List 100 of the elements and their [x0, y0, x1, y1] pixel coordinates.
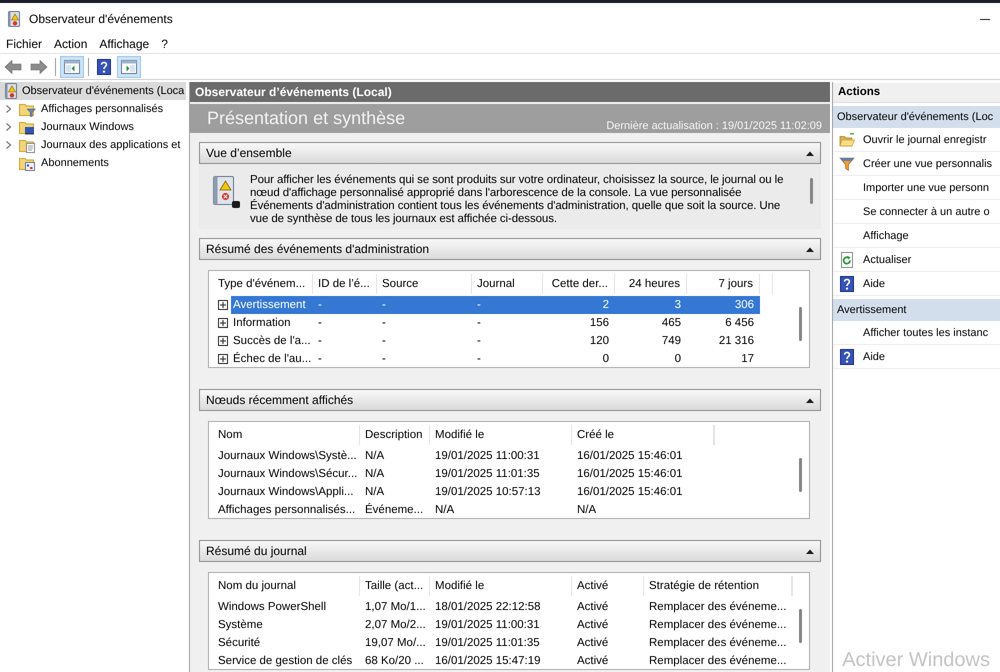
column-header[interactable]: Modifié le — [430, 425, 572, 445]
table-cell-text: - — [317, 299, 323, 311]
refresh-icon — [839, 252, 855, 268]
last-refresh-text: Dernière actualisation : 19/01/2025 11:02:09 — [606, 120, 822, 133]
menu-item[interactable]: Action — [49, 34, 92, 52]
caret-icon[interactable] — [806, 150, 814, 156]
table-row[interactable]: Système 2,07 Mo/2... 19/01/2025 11:00:31 Activé Remplacer des événeme... — [213, 616, 792, 634]
table-row[interactable]: Journaux Windows\Systè... N/A 19/01/2025 11:00:31 16/01/2025 15:46:01 — [213, 447, 714, 465]
task-link[interactable]: Ouvrir le journal enregistr — [833, 128, 1000, 152]
scrollbar[interactable] — [799, 609, 802, 643]
column-header[interactable]: Source — [377, 274, 472, 294]
log-book-icon — [3, 83, 19, 99]
table-cell-text: 2,07 Mo/2... — [364, 619, 427, 631]
task-link[interactable]: Actualiser — [833, 248, 1000, 272]
tree-item[interactable]: Affichages personnalisés — [0, 100, 186, 118]
table-cell-text: 19/01/2025 10:57:13 — [434, 486, 542, 498]
column-header[interactable]: 7 jours — [687, 274, 760, 294]
column-header[interactable]: ID de l’é... — [313, 274, 377, 294]
table-cell-text: 0 — [674, 353, 682, 365]
expand-icon[interactable] — [218, 336, 228, 346]
table-cell-text: 465 — [660, 317, 682, 329]
overview-text: Pour afficher les événements qui se sont produits sur votre ordinateur, choisissez la source, le journal ou le nœud d'affichage personnalisé approprié dans l'arborescence de la console. La vue personnalisée Événements d'administration contient tous les événements d'administration, quelle que soit la source. Une vue de synthèse de tous les journaux est affichée ci-dessous. — [250, 174, 784, 226]
table-cell-text: 2 — [602, 299, 610, 311]
task-link[interactable]: Affichage — [833, 224, 1000, 248]
table-row[interactable]: Windows PowerShell 1,07 Mo/1... 18/01/2025 22:12:58 Activé Remplacer des événeme... — [213, 598, 792, 616]
table-row[interactable]: Service de gestion de clés 68 Ko/20 ... 16/01/2025 15:47:19 Activé Remplacer des événeme... — [213, 652, 792, 670]
column-header[interactable]: Modifié le — [430, 576, 572, 596]
column-header[interactable]: Type d'événem... — [213, 274, 313, 294]
section-header[interactable]: Résumé des événements d'administration — [199, 238, 821, 260]
expand-icon[interactable] — [218, 300, 228, 310]
table-row[interactable]: Affichages personnalisés... Événeme... N/A N/A — [213, 501, 714, 519]
pane-icon — [120, 58, 138, 74]
document-folder-icon — [19, 137, 36, 153]
table-cell-text: Avertissement — [232, 299, 307, 311]
tree-item[interactable]: Abonnements — [0, 154, 186, 172]
tree-item[interactable]: Journaux des applications et — [0, 136, 186, 154]
column-header[interactable]: Stratégie de rétention — [644, 576, 792, 596]
table-row[interactable]: Succès de l'a... - - - 120 749 21 316 — [231, 332, 760, 350]
column-header[interactable]: Activé — [572, 576, 644, 596]
panel-title: Actions — [833, 83, 1000, 103]
side-pane-toggle-button[interactable] — [117, 56, 141, 78]
task-link[interactable]: Se connecter à un autre o — [833, 200, 1000, 224]
table-cell-text: 16/01/2025 15:46:01 — [576, 468, 684, 480]
page-title: Présentation et synthèse — [207, 108, 406, 129]
scrollbar[interactable] — [799, 458, 802, 492]
table-cell-text: Journaux Windows\Systè... — [217, 450, 358, 462]
menu-item[interactable]: Fichier — [1, 34, 48, 52]
table-cell-text: Journaux Windows\Sécur... — [217, 468, 358, 480]
table-cell-text: 0 — [602, 353, 610, 365]
help-icon — [96, 58, 112, 74]
caret-icon[interactable] — [806, 548, 814, 554]
table-row[interactable]: Avertissement - - - 2 3 306 — [231, 296, 760, 314]
tree-pane-toggle-button[interactable] — [60, 56, 84, 78]
table-row[interactable]: Sécurité 19,07 Mo/... 19/01/2025 11:01:35 Activé Remplacer des événeme... — [213, 634, 792, 652]
caret-icon[interactable] — [806, 398, 814, 402]
scrollbar[interactable] — [810, 178, 813, 204]
table-cell-text: Windows PowerShell — [217, 601, 328, 613]
column-header[interactable]: Créé le — [572, 425, 714, 445]
task-link[interactable]: Créer une vue personnalis — [833, 152, 1000, 176]
menu-item[interactable]: Affichage — [94, 34, 154, 52]
tree-item[interactable]: Journaux Windows — [0, 118, 186, 136]
table-row[interactable]: Information - - - 156 465 6 456 — [231, 314, 760, 332]
table-cell-text: 17 — [740, 353, 755, 365]
table-cell-text: Activé — [576, 619, 610, 631]
task-link[interactable]: Afficher toutes les instanc — [833, 321, 1000, 345]
section-header[interactable]: Résumé du journal — [199, 540, 821, 562]
expand-icon[interactable] — [218, 318, 228, 328]
tree-item[interactable]: Observateur d'événements (Loca — [0, 82, 186, 100]
column-header[interactable]: 24 heures — [615, 274, 687, 294]
table-cell-text: 19,07 Mo/... — [364, 637, 427, 649]
table-cell-text: Remplacer des événeme... — [648, 619, 788, 631]
column-header[interactable]: Nom du journal — [213, 576, 360, 596]
column-header[interactable]: Journal — [472, 274, 543, 294]
table-cell-text: 6 456 — [724, 317, 755, 329]
task-link[interactable]: Importer une vue personn — [833, 176, 1000, 200]
expand-icon[interactable] — [218, 354, 228, 364]
table-cell-text: N/A — [364, 450, 386, 462]
table-cell-text: 21 316 — [718, 335, 755, 347]
table-cell-text: - — [317, 335, 323, 347]
scrollbar[interactable] — [799, 307, 802, 341]
column-header[interactable]: Cette der... — [543, 274, 615, 294]
caret-icon[interactable] — [806, 246, 814, 252]
group-header[interactable]: Avertissement — [833, 299, 1000, 321]
task-link[interactable]: Aide — [833, 272, 1000, 296]
section-header[interactable]: Vue d’ensemble — [199, 142, 821, 164]
activation-watermark: Activer Windows — [842, 649, 990, 672]
table-cell-text: - — [476, 353, 482, 365]
menu-item[interactable]: ? — [156, 34, 173, 52]
table-row[interactable]: Journaux Windows\Appli... N/A 19/01/2025 10:57:13 16/01/2025 15:46:01 — [213, 483, 714, 501]
column-header[interactable]: Taille (act... — [360, 576, 430, 596]
task-link[interactable]: Aide — [833, 345, 1000, 369]
section-header[interactable]: Nœuds récemment affichés — [199, 389, 821, 411]
table-row[interactable]: Échec de l'au... - - - 0 0 17 — [231, 350, 760, 368]
column-header[interactable]: Nom — [213, 425, 360, 445]
group-header[interactable]: Observateur d'événements (Loc — [833, 106, 1000, 128]
table-cell-text: Remplacer des événeme... — [648, 655, 788, 667]
table-cell-text: Événeme... — [364, 504, 424, 516]
column-header[interactable]: Description — [360, 425, 430, 445]
table-row[interactable]: Journaux Windows\Sécur... N/A 19/01/2025 11:01:35 16/01/2025 15:46:01 — [213, 465, 714, 483]
table-cell-text: 16/01/2025 15:46:01 — [576, 486, 684, 498]
